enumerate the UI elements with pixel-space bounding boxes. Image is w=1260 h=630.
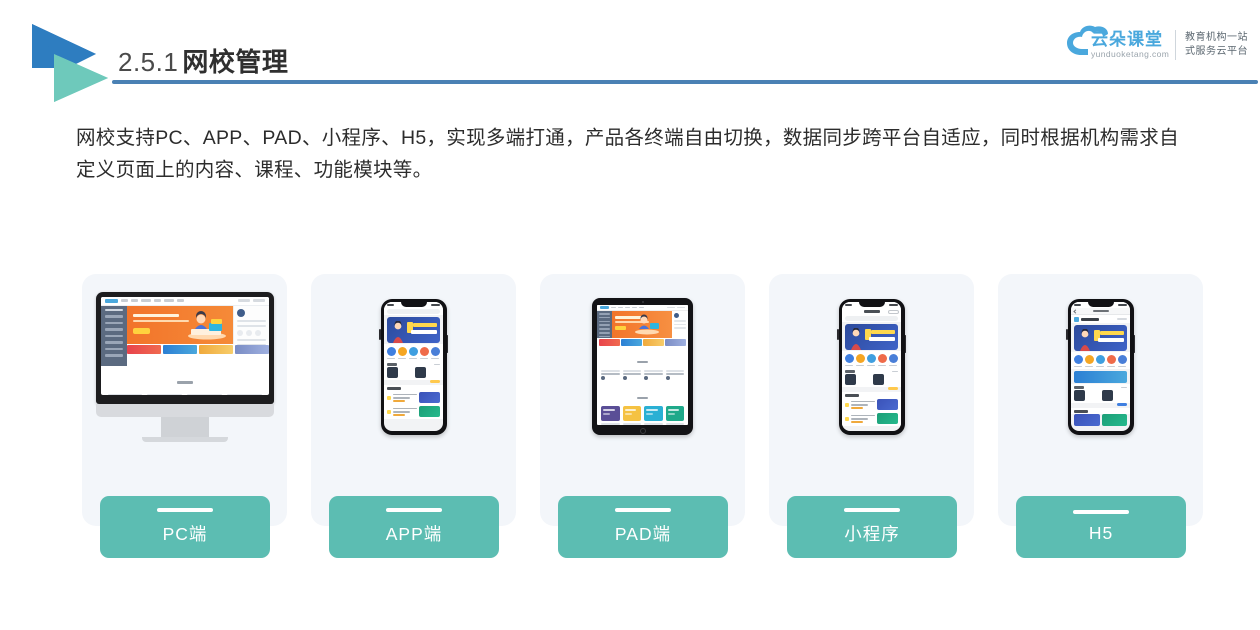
device-mock-imac xyxy=(82,274,287,459)
platform-label-text: H5 xyxy=(1088,523,1114,543)
platform-label-pc[interactable]: PC端 xyxy=(100,496,270,558)
platform-label-h5[interactable]: H5 xyxy=(1016,496,1186,558)
brand-tagline: 教育机构一站 式服务云平台 xyxy=(1185,31,1248,59)
platform-label-text: 小程序 xyxy=(844,524,900,544)
platform-label-miniapp[interactable]: 小程序 xyxy=(787,496,957,558)
brand-name-cn: 云朵课堂 xyxy=(1091,30,1163,49)
platform-label-text: APP端 xyxy=(385,524,443,544)
brand-url: yunduoketang.com xyxy=(1091,49,1170,59)
brand-logo: 云朵课堂 yunduoketang.com xyxy=(1062,25,1170,65)
device-mock-iphone-app xyxy=(311,274,516,459)
platform-card-app[interactable]: APP端 xyxy=(311,274,516,558)
platform-card-pad[interactable]: PAD端 xyxy=(540,274,745,558)
platform-card-pc[interactable]: PC端 xyxy=(82,274,287,558)
brand-tagline-line2: 式服务云平台 xyxy=(1185,46,1248,57)
device-mock-iphone-miniprogram xyxy=(769,274,974,459)
platform-label-pad[interactable]: PAD端 xyxy=(558,496,728,558)
brand-tagline-line1: 教育机构一站 xyxy=(1185,32,1248,43)
platform-card-h5[interactable]: H5 xyxy=(998,274,1203,558)
brand-logo-block: 云朵课堂 yunduoketang.com 教育机构一站 式服务云平台 xyxy=(1062,25,1248,65)
platform-label-app[interactable]: APP端 xyxy=(329,496,499,558)
platform-label-text: PC端 xyxy=(162,524,208,544)
platform-cards-row: PC端 APP端 PAD端 小程序 H5 xyxy=(82,274,1203,558)
label-dash xyxy=(157,508,213,512)
label-dash xyxy=(1073,510,1129,514)
device-mock-ipad xyxy=(540,274,745,459)
platform-card-miniapp[interactable]: 小程序 xyxy=(769,274,974,558)
device-mock-iphone-h5 xyxy=(998,274,1203,459)
title-underline-rule xyxy=(112,80,1258,84)
body-paragraph: 网校支持PC、APP、PAD、小程序、H5，实现多端打通，产品各终端自由切换，数… xyxy=(76,127,1179,181)
section-number: 2.5.1 xyxy=(118,47,179,77)
label-dash xyxy=(615,508,671,512)
page-title: 2.5.1 网校管理 xyxy=(118,42,288,79)
platform-label-text: PAD端 xyxy=(614,524,672,544)
label-dash xyxy=(844,508,900,512)
section-title: 网校管理 xyxy=(182,47,289,77)
brand-divider xyxy=(1175,30,1176,60)
slide-root: 2.5.1 网校管理 云朵课堂 yunduoketang.com 教育机构一站 式… xyxy=(0,0,1260,630)
label-dash xyxy=(386,508,442,512)
double-triangle-play-logo-icon xyxy=(24,16,110,102)
